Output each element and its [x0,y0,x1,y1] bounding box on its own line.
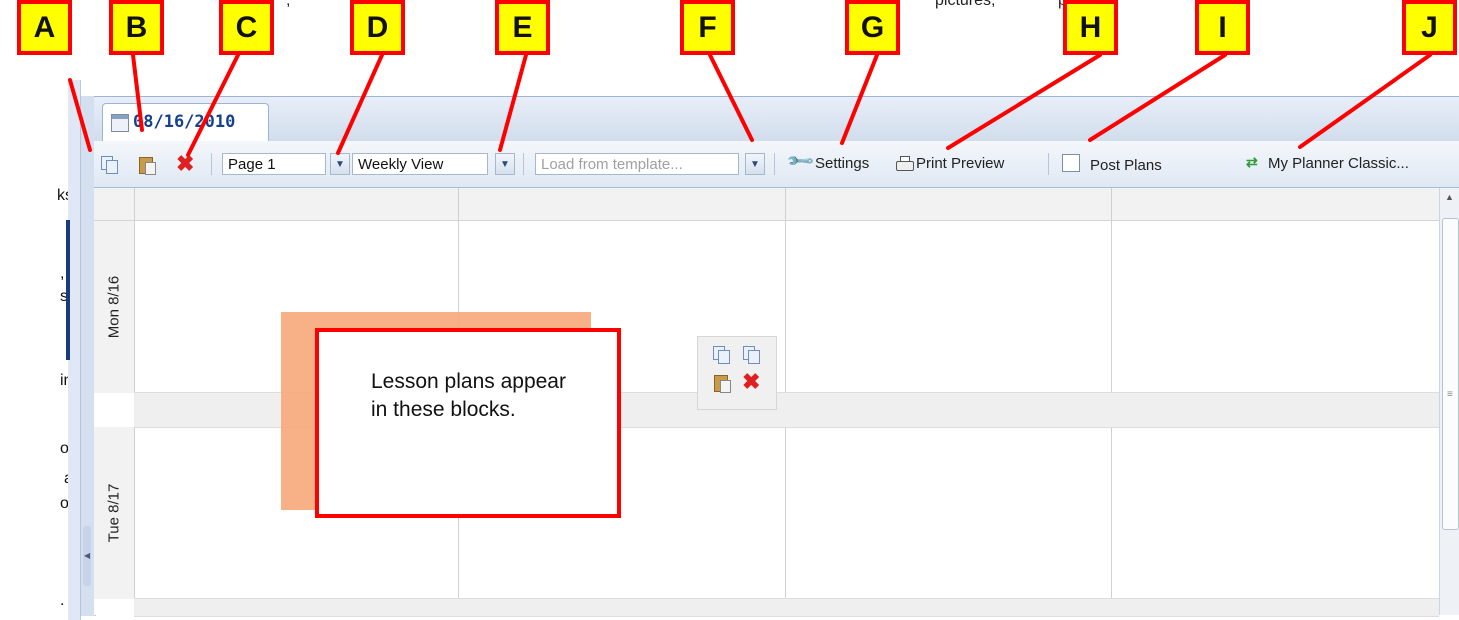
callout-box: Lesson plans appear in these blocks. [315,328,621,518]
tab-date-label: 08/16/2010 [133,112,236,132]
paste-icon[interactable] [712,373,731,393]
marker-b: B [109,0,164,55]
classic-view-button[interactable]: My Planner Classic... [1268,155,1409,172]
marker-d: D [350,0,405,55]
wrench-icon[interactable]: 🔧 [785,146,815,176]
left-fragment-2: , [60,265,65,282]
callout-text: Lesson plans appear in these blocks. [371,370,566,421]
top-fragment-1: , [286,0,291,9]
calendar-icon [111,114,129,132]
marker-h: H [1063,0,1118,55]
left-fragment-8: . [60,592,65,609]
day-label-tue: Tue 8/17 [94,427,135,599]
marker-i: I [1195,0,1250,55]
print-preview-button[interactable]: Print Preview [916,155,1004,172]
toolbar-separator [774,153,775,175]
template-select[interactable]: Load from template... [535,153,739,175]
paste-icon[interactable] [137,155,156,175]
copy-icon[interactable] [712,345,730,364]
copy-special-icon[interactable] [742,345,760,364]
day-divider [134,598,1439,617]
sidebar-accent [66,220,70,360]
marker-a: A [17,0,72,55]
delete-icon[interactable]: ✖ [742,371,760,393]
switch-view-icon[interactable]: ⇄ [1246,154,1264,172]
day-label-mon: Mon 8/16 [94,221,135,393]
marker-g: G [845,0,900,55]
day-label-text: Mon 8/16 [105,275,123,339]
marker-c: C [219,0,274,55]
post-plans-checkbox[interactable] [1062,154,1080,172]
delete-icon[interactable]: ✖ [176,153,194,175]
grid-header-row [94,188,1439,221]
vertical-scrollbar[interactable]: ▲ ≡ [1439,188,1459,615]
toolbar-separator [1048,153,1049,175]
tab-bar: 08/16/2010 [94,97,1459,142]
copy-icon[interactable] [100,155,118,174]
cell-toolbox: ✖ [697,336,777,410]
scroll-thumb[interactable]: ≡ [1442,218,1459,530]
tab-week[interactable]: 08/16/2010 [102,103,269,141]
marker-e: E [495,0,550,55]
post-plans-label[interactable]: Post Plans [1090,157,1162,174]
page-select[interactable]: Page 1 [222,153,326,175]
page-dropdown-arrow-icon[interactable]: ▼ [330,153,350,175]
top-fragment-2: pictures, [935,0,996,9]
day-label-text: Tue 8/17 [105,483,123,543]
toolbar: ✖ Page 1 ▼ Weekly View ▼ Load from templ… [94,141,1459,188]
scroll-up-icon[interactable]: ▲ [1445,192,1454,202]
settings-button[interactable]: Settings [815,155,869,172]
marker-f: F [680,0,735,55]
view-dropdown-arrow-icon[interactable]: ▼ [495,153,515,175]
grip-icon: ≡ [1447,389,1453,400]
view-select[interactable]: Weekly View [352,153,488,175]
toolbar-separator [211,153,212,175]
template-dropdown-arrow-icon[interactable]: ▼ [745,153,765,175]
collapse-arrow-icon[interactable]: ◀ [84,551,90,560]
toolbar-separator [523,153,524,175]
marker-j: J [1402,0,1457,55]
printer-icon[interactable] [895,155,914,173]
